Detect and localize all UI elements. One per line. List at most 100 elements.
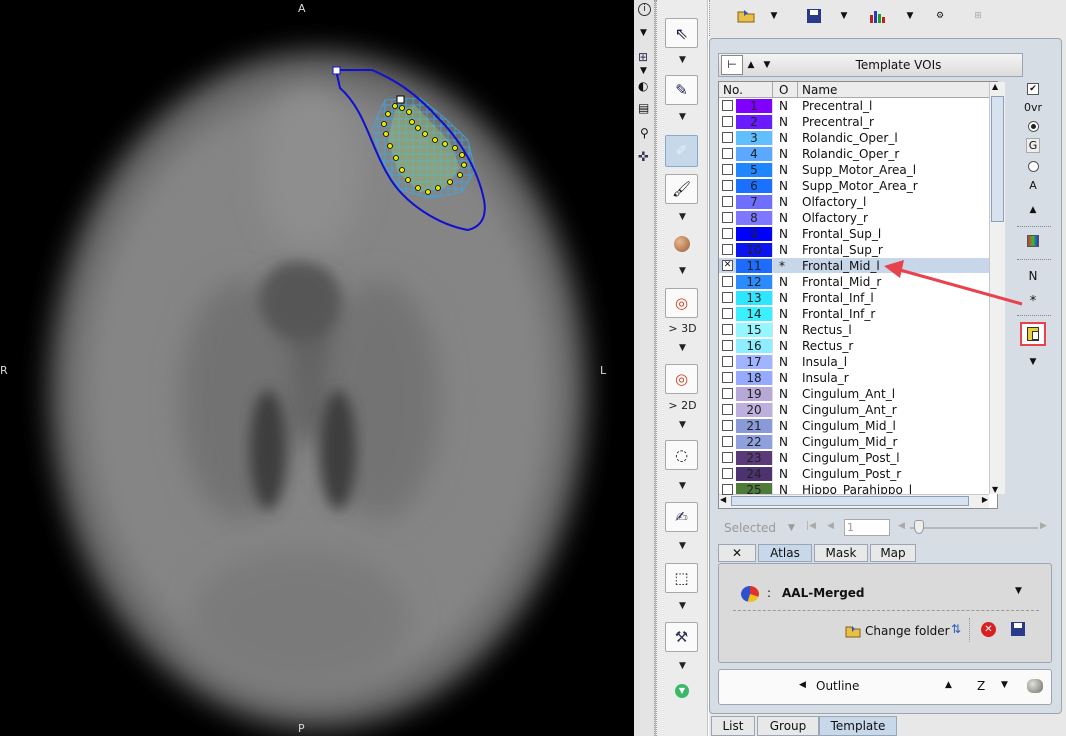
voi-checkbox[interactable] bbox=[722, 324, 733, 335]
voi-color-swatch[interactable]: 9 bbox=[736, 227, 772, 241]
voi-outline-mode[interactable]: N bbox=[773, 178, 798, 193]
voi-name[interactable]: Frontal_Inf_l bbox=[798, 290, 993, 305]
voi-outline-mode[interactable]: N bbox=[773, 242, 798, 257]
table-row[interactable]: 12 N Frontal_Mid_r bbox=[719, 274, 997, 290]
voi-checkbox[interactable] bbox=[722, 244, 733, 255]
outline-prev-icon[interactable]: ◀ bbox=[799, 680, 806, 690]
table-row[interactable]: 4 N Rolandic_Oper_r bbox=[719, 146, 997, 162]
voi-name[interactable]: Cingulum_Post_r bbox=[798, 466, 993, 481]
radio-unselected[interactable] bbox=[1023, 161, 1043, 172]
voi-color-swatch[interactable]: 6 bbox=[736, 179, 772, 193]
table-row[interactable]: 15 N Rectus_l bbox=[719, 322, 997, 338]
voi-color-swatch[interactable]: 18 bbox=[736, 371, 772, 385]
refresh-icon[interactable]: ⇅ bbox=[951, 622, 961, 636]
voi-checkbox[interactable]: ✕ bbox=[722, 260, 733, 271]
table-row[interactable]: 7 N Olfactory_l bbox=[719, 194, 997, 210]
index-input[interactable] bbox=[844, 519, 890, 536]
voi-color-swatch[interactable]: 4 bbox=[736, 147, 772, 161]
chevron-down-icon[interactable]: ▼ bbox=[657, 55, 708, 65]
region-2d-button[interactable]: ◎ bbox=[665, 364, 698, 394]
voi-outline-mode[interactable]: N bbox=[773, 130, 798, 145]
voi-name[interactable]: Supp_Motor_Area_l bbox=[798, 162, 993, 177]
radio-selected[interactable] bbox=[1023, 121, 1043, 132]
crosshair-icon[interactable]: ✜ bbox=[638, 150, 649, 165]
voi-name[interactable]: Precentral_l bbox=[798, 98, 993, 113]
horizontal-scrollbar[interactable]: ◀ ▶ bbox=[719, 494, 989, 508]
chevron-down-icon[interactable]: ▼ bbox=[903, 6, 917, 26]
group-button[interactable]: G bbox=[1026, 138, 1040, 153]
voi-checkbox[interactable] bbox=[722, 308, 733, 319]
voi-outline-mode[interactable]: N bbox=[773, 194, 798, 209]
voi-checkbox[interactable] bbox=[722, 228, 733, 239]
column-header-no[interactable]: No. bbox=[719, 82, 773, 97]
voi-color-swatch[interactable]: 2 bbox=[736, 115, 772, 129]
chevron-down-icon[interactable]: ▼ bbox=[657, 343, 708, 353]
voi-outline-mode[interactable]: N bbox=[773, 210, 798, 225]
box-tool-button[interactable]: ⬚ bbox=[665, 563, 698, 593]
chevron-down-icon[interactable]: ▼ bbox=[1023, 357, 1043, 367]
voi-outline-mode[interactable]: N bbox=[773, 370, 798, 385]
voi-name[interactable]: Cingulum_Mid_l bbox=[798, 418, 993, 433]
voi-color-swatch[interactable]: 3 bbox=[736, 131, 772, 145]
voi-outline-mode[interactable]: N bbox=[773, 386, 798, 401]
voi-outline-mode[interactable]: * bbox=[773, 258, 798, 273]
voi-checkbox[interactable] bbox=[722, 452, 733, 463]
voi-name[interactable]: Olfactory_r bbox=[798, 210, 993, 225]
scroll-down-icon[interactable]: ▼ bbox=[992, 485, 998, 494]
slider-thumb[interactable] bbox=[914, 520, 924, 534]
contrast-icon[interactable]: ◐ bbox=[638, 79, 648, 93]
voi-outline-mode[interactable]: N bbox=[773, 290, 798, 305]
voi-name[interactable]: Frontal_Sup_r bbox=[798, 242, 993, 257]
voi-outline-mode[interactable]: N bbox=[773, 274, 798, 289]
voi-name[interactable]: Cingulum_Ant_r bbox=[798, 402, 993, 417]
voi-color-swatch[interactable]: 7 bbox=[736, 195, 772, 209]
voi-color-swatch[interactable]: 5 bbox=[736, 163, 772, 177]
info-icon[interactable]: i bbox=[638, 3, 651, 16]
brush-tool-button[interactable]: ✐ bbox=[665, 135, 698, 167]
table-row[interactable]: 3 N Rolandic_Oper_l bbox=[719, 130, 997, 146]
table-row[interactable]: 10 N Frontal_Sup_r bbox=[719, 242, 997, 258]
voi-outline-mode[interactable]: N bbox=[773, 146, 798, 161]
chevron-down-icon[interactable]: ▼ bbox=[1001, 680, 1008, 690]
table-row[interactable]: 5 N Supp_Motor_Area_l bbox=[719, 162, 997, 178]
voi-checkbox[interactable] bbox=[722, 100, 733, 111]
voi-handle[interactable] bbox=[396, 95, 405, 104]
voi-checkbox[interactable] bbox=[722, 148, 733, 159]
voi-checkbox[interactable] bbox=[722, 436, 733, 447]
fill-tool-button[interactable]: 🖌 bbox=[665, 174, 698, 204]
voi-color-swatch[interactable]: 1 bbox=[736, 99, 772, 113]
scroll-up-icon[interactable]: ▲ bbox=[992, 82, 998, 91]
table-row[interactable]: 19 N Cingulum_Ant_l bbox=[719, 386, 997, 402]
voi-outline-mode[interactable]: N bbox=[773, 450, 798, 465]
chevron-down-icon[interactable]: ▼ bbox=[640, 28, 647, 38]
chevron-down-icon[interactable]: ▼ bbox=[657, 266, 708, 276]
voi-checkbox[interactable] bbox=[722, 468, 733, 479]
voi-outline-mode[interactable]: N bbox=[773, 114, 798, 129]
voi-color-swatch[interactable]: 15 bbox=[736, 323, 772, 337]
chevron-down-icon[interactable]: ▼ bbox=[837, 6, 851, 26]
voi-outline-mode[interactable]: N bbox=[773, 306, 798, 321]
statistics-icon[interactable] bbox=[867, 6, 889, 26]
voi-outline-mode[interactable]: N bbox=[773, 226, 798, 241]
voi-color-swatch[interactable]: 12 bbox=[736, 275, 772, 289]
delete-icon[interactable]: ✕ bbox=[981, 622, 996, 637]
open-folder-icon[interactable] bbox=[735, 6, 757, 26]
pipeline-icon[interactable]: ⚙ bbox=[927, 6, 953, 26]
column-header-o[interactable]: O bbox=[773, 82, 798, 97]
voi-outline-mode[interactable]: N bbox=[773, 418, 798, 433]
table-row[interactable]: 18 N Insula_r bbox=[719, 370, 997, 386]
scroll-right-icon[interactable]: ▶ bbox=[982, 495, 988, 504]
voi-color-swatch[interactable]: 19 bbox=[736, 387, 772, 401]
table-row[interactable]: 13 N Frontal_Inf_l bbox=[719, 290, 997, 306]
vertical-scrollbar[interactable]: ▲ ▼ bbox=[989, 82, 1005, 494]
voi-outline-mode[interactable]: N bbox=[773, 162, 798, 177]
voi-name[interactable]: Frontal_Mid_r bbox=[798, 274, 993, 289]
chevron-up-icon[interactable]: ▲ bbox=[1023, 205, 1043, 215]
voi-name[interactable]: Frontal_Inf_r bbox=[798, 306, 993, 321]
forward-icon[interactable]: ▶ bbox=[1040, 521, 1047, 531]
voi-checkbox[interactable] bbox=[722, 420, 733, 431]
voi-name[interactable]: Olfactory_l bbox=[798, 194, 993, 209]
voi-outline-mode[interactable]: N bbox=[773, 466, 798, 481]
voi-color-swatch[interactable]: 8 bbox=[736, 211, 772, 225]
copy-voi-button[interactable] bbox=[1020, 322, 1046, 346]
